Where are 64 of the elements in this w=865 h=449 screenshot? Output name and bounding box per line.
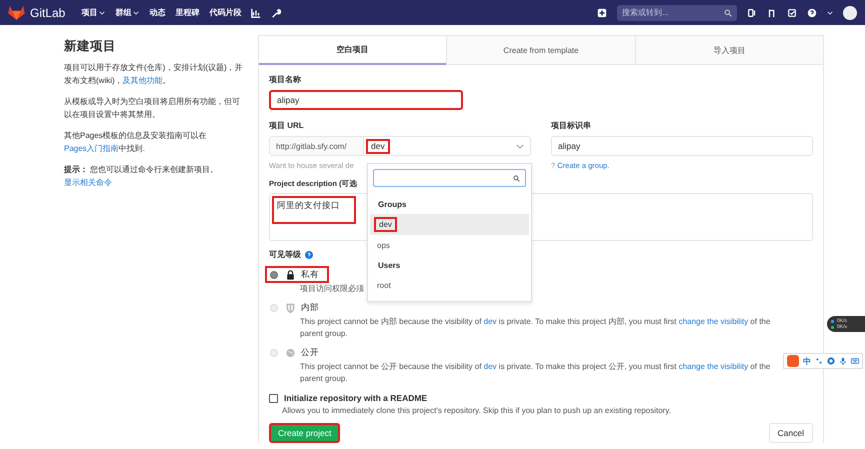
field-label: 可见等级 (269, 250, 301, 260)
dropdown-header: Groups (377, 199, 408, 211)
keyboard-icon[interactable] (851, 357, 859, 365)
caret-icon[interactable] (99, 10, 106, 14)
visibility-option[interactable]: 私有 (265, 266, 329, 283)
field-label: 项目 URL (269, 121, 305, 131)
intro-link[interactable]: 及其他功能 (122, 76, 163, 85)
lock-icon (286, 270, 295, 280)
nav-menu-item[interactable]: 项目 (81, 7, 98, 18)
intro-link[interactable]: 显示相关命令 (64, 178, 112, 187)
intro-paragraph: 项目可以用于存放文件(仓库)，安排计划(议题)，并发布文档(wiki)，及其他功能。 (64, 62, 244, 87)
visibility-description: This project cannot be 公开 because the visibility of dev is private. To make this project 公开, you must first change the visibility of the parent group. (300, 361, 772, 385)
intro-paragraph: 其他Pages模板的信息及安装指南可以在 Pages入门指南中找到. (64, 130, 208, 155)
help-icon[interactable] (807, 8, 817, 18)
wrench-icon[interactable] (271, 8, 282, 18)
field-label: 项目标识串 (551, 121, 592, 131)
visibility-option-label: 公开 (301, 347, 319, 358)
tab[interactable]: 导入项目 (634, 36, 823, 65)
project-name-field[interactable]: alipay (269, 90, 463, 110)
nav-menu-item[interactable]: 代码片段 (209, 7, 242, 18)
search-icon (724, 8, 732, 16)
brand-name[interactable]: GitLab (30, 6, 66, 20)
todo-icon[interactable] (787, 8, 797, 18)
search-icon (513, 174, 520, 182)
fox-logo-icon[interactable] (8, 5, 25, 20)
emoji-icon[interactable] (827, 357, 835, 365)
caret-icon[interactable] (827, 10, 833, 14)
dropdown-item[interactable]: dev (370, 214, 529, 235)
dropdown-item-label: root (376, 280, 392, 292)
nav-menu-item[interactable]: 群组 (115, 7, 132, 18)
dropdown-search-field[interactable] (373, 169, 526, 187)
intro-paragraph: 提示： 您也可以通过命令行来创建新项目。 显示相关命令 (64, 164, 220, 189)
tab[interactable]: Create from template (446, 36, 635, 65)
dropdown-header: Users (377, 260, 402, 272)
ime-mode-label[interactable]: 中 (803, 356, 811, 366)
dropdown-item[interactable]: root (368, 275, 531, 296)
search-field[interactable]: 搜索或转到... (617, 4, 737, 20)
project-slug-field[interactable]: alipay (551, 136, 813, 156)
intro-link[interactable]: Pages入门指南 (64, 144, 119, 153)
shield-icon (286, 302, 295, 312)
dropdown-item-label: dev (374, 217, 397, 232)
readme-label: Initialize repository with a README (284, 393, 428, 404)
nav-menu-item[interactable]: 动态 (149, 7, 166, 18)
readme-checkbox[interactable] (269, 394, 278, 403)
visibility-option-label: 私有 (301, 269, 319, 280)
globe-icon (286, 348, 295, 358)
chart-icon[interactable] (251, 8, 262, 18)
visibility-option-label: 内部 (301, 302, 319, 313)
microphone-icon[interactable] (839, 357, 847, 365)
caret-icon[interactable] (133, 10, 140, 14)
intro-paragraph: 从模板或导入时为空白项目将启用所有功能，但可以在项目设置中将其禁用。 (64, 96, 241, 121)
visibility-description: 项目访问权限必须 (300, 283, 364, 295)
radio-button[interactable] (270, 270, 278, 278)
avatar[interactable] (843, 6, 857, 20)
page-title: 新建项目 (64, 38, 117, 55)
readme-help-text: Allows you to immediately clone this project's repository. Skip this if you plan to push up an existing repository. (282, 406, 672, 416)
nav-menu-item[interactable]: 里程碑 (175, 7, 200, 18)
description-text: 阿里的支付接口 (272, 196, 356, 224)
ime-logo-icon[interactable] (787, 355, 799, 367)
dropdown-item-label: ops (376, 240, 391, 252)
field-label: 项目名称 (269, 75, 302, 85)
cancel-button[interactable]: Cancel (768, 423, 813, 443)
plus-square-icon[interactable] (597, 8, 607, 18)
visibility-description: This project cannot be 内部 because the visibility of dev is private. To make this project 内部, you must first change the visibility of the parent group. (300, 316, 772, 340)
